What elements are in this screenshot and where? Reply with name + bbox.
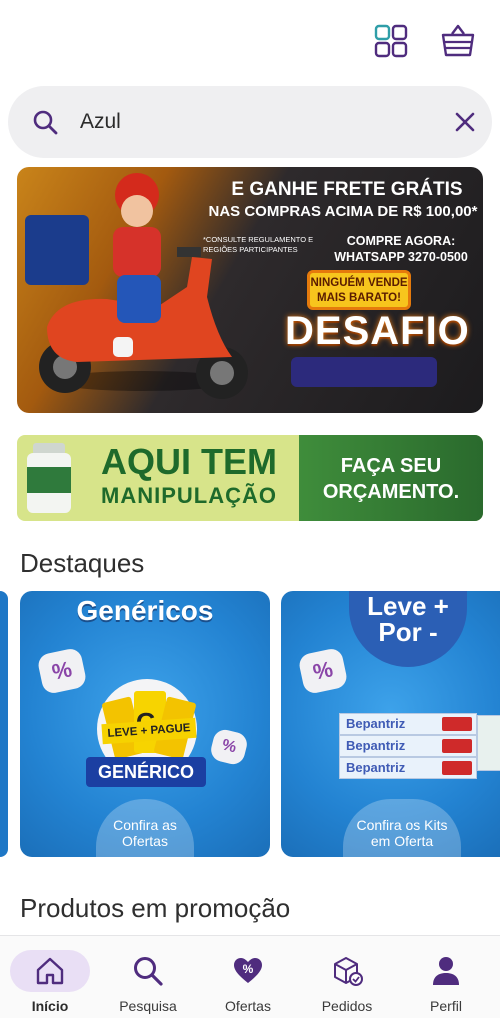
generic-logo-line2: GENÉRICO	[86, 757, 206, 787]
nav-item-offers[interactable]: % Ofertas	[198, 936, 298, 1018]
nav-label: Perfil	[430, 998, 462, 1014]
nav-item-orders[interactable]: Pedidos	[297, 936, 397, 1018]
banner-cta-line2: WHATSAPP 3270-0500	[334, 250, 468, 264]
highlights-title: Destaques	[20, 548, 145, 578]
search-bar[interactable]	[8, 86, 492, 158]
card-cta-line1: Confira as	[113, 817, 177, 833]
basket-icon[interactable]	[440, 24, 476, 58]
free-shipping-banner[interactable]: E GANHE FRETE GRÁTIS NAS COMPRAS ACIMA D…	[17, 167, 483, 413]
banner-disclaimer: *CONSULTE REGULAMENTO E REGIÕES PARTICIP…	[203, 235, 314, 254]
manipulation-banner[interactable]: AQUI TEM MANIPULAÇÃO FAÇA SEU ORÇAMENTO.	[17, 435, 483, 521]
manipulation-subtitle: MANIPULAÇÃO	[101, 483, 277, 508]
manipulation-cta-line2: ORÇAMENTO.	[322, 481, 460, 503]
promotions-title: Produtos em promoção	[20, 893, 291, 923]
product-box: Bepantriz	[339, 735, 477, 757]
highlight-card-kits[interactable]: Leve + Por - % % Bepantriz Bepantriz Bep…	[281, 591, 500, 857]
card-cta-line2: em Oferta	[370, 833, 434, 849]
search-icon[interactable]	[32, 109, 58, 135]
heart-percent-icon: %	[234, 958, 262, 983]
product-name: Bepantriz	[346, 760, 406, 775]
product-box: Bepantriz	[339, 713, 477, 735]
badge-line2: MAIS BARATO!	[317, 292, 401, 304]
person-icon	[433, 957, 459, 985]
home-icon	[36, 957, 64, 985]
product-box-side	[477, 715, 500, 771]
card-cta[interactable]: Confira as Ofertas	[20, 817, 270, 849]
grid-icon[interactable]	[374, 24, 408, 58]
banner-subheadline: NAS COMPRAS ACIMA DE R$ 100,00*	[208, 203, 478, 220]
banner-bar	[291, 357, 437, 387]
nav-label: Pedidos	[321, 998, 373, 1014]
percent-icon: %	[36, 646, 88, 696]
card-cta-line2: Ofertas	[122, 833, 168, 849]
card-cta-line1: Confira os Kits	[356, 817, 448, 833]
top-bar	[0, 0, 500, 80]
banner-cta: COMPRE AGORA: WHATSAPP 3270-0500	[321, 233, 481, 265]
card-title: Leve + Por -	[349, 593, 467, 645]
close-icon[interactable]	[452, 109, 478, 135]
nav-label: Ofertas	[225, 998, 271, 1014]
product-box-tag	[442, 761, 472, 775]
nav-item-home[interactable]: Início	[0, 936, 100, 1018]
product-box-tag	[442, 739, 472, 753]
card-title-line1: Leve +	[367, 591, 449, 621]
highlight-card-partial[interactable]	[0, 591, 8, 857]
banner-headline: E GANHE FRETE GRÁTIS	[231, 179, 463, 200]
percent-icon: %	[208, 727, 250, 767]
bottom-nav: Início Pesquisa % Ofertas Pedidos Perfil	[0, 935, 500, 1018]
banner-cta-line1: COMPRE AGORA:	[346, 234, 456, 248]
nav-label: Pesquisa	[119, 998, 177, 1014]
pill-bottle-icon	[27, 443, 71, 513]
product-box-tag	[442, 717, 472, 731]
card-cta[interactable]: Confira os Kits em Oferta	[343, 817, 461, 849]
manipulation-cta-line1: FAÇA SEU	[340, 455, 442, 477]
product-boxes: Bepantriz Bepantriz Bepantriz	[339, 711, 500, 791]
product-box: Bepantriz	[339, 757, 477, 779]
banner-challenge: DESAFIO	[285, 309, 470, 353]
percent-icon: %	[297, 646, 349, 696]
card-title-line2: Por -	[378, 617, 438, 647]
highlight-card-generics[interactable]: Genéricos % % G LEVE + PAGUE GENÉRICO Co…	[20, 591, 270, 857]
search-icon	[134, 957, 163, 986]
nav-label: Início	[31, 998, 69, 1014]
product-name: Bepantriz	[346, 738, 406, 753]
card-title: Genéricos	[76, 595, 214, 626]
nav-item-profile[interactable]: Perfil	[396, 936, 496, 1018]
package-icon	[334, 957, 363, 986]
manipulation-title: AQUI TEM	[101, 441, 277, 482]
product-name: Bepantriz	[346, 716, 406, 731]
banner-badge: NINGUÉM VENDE MAIS BARATO!	[307, 270, 411, 310]
manipulation-cta: FAÇA SEU ORÇAMENTO.	[299, 453, 483, 505]
search-input[interactable]	[80, 104, 420, 140]
badge-line1: NINGUÉM VENDE	[310, 277, 408, 289]
nav-item-search[interactable]: Pesquisa	[98, 936, 198, 1018]
svg-text:%: %	[243, 962, 254, 976]
